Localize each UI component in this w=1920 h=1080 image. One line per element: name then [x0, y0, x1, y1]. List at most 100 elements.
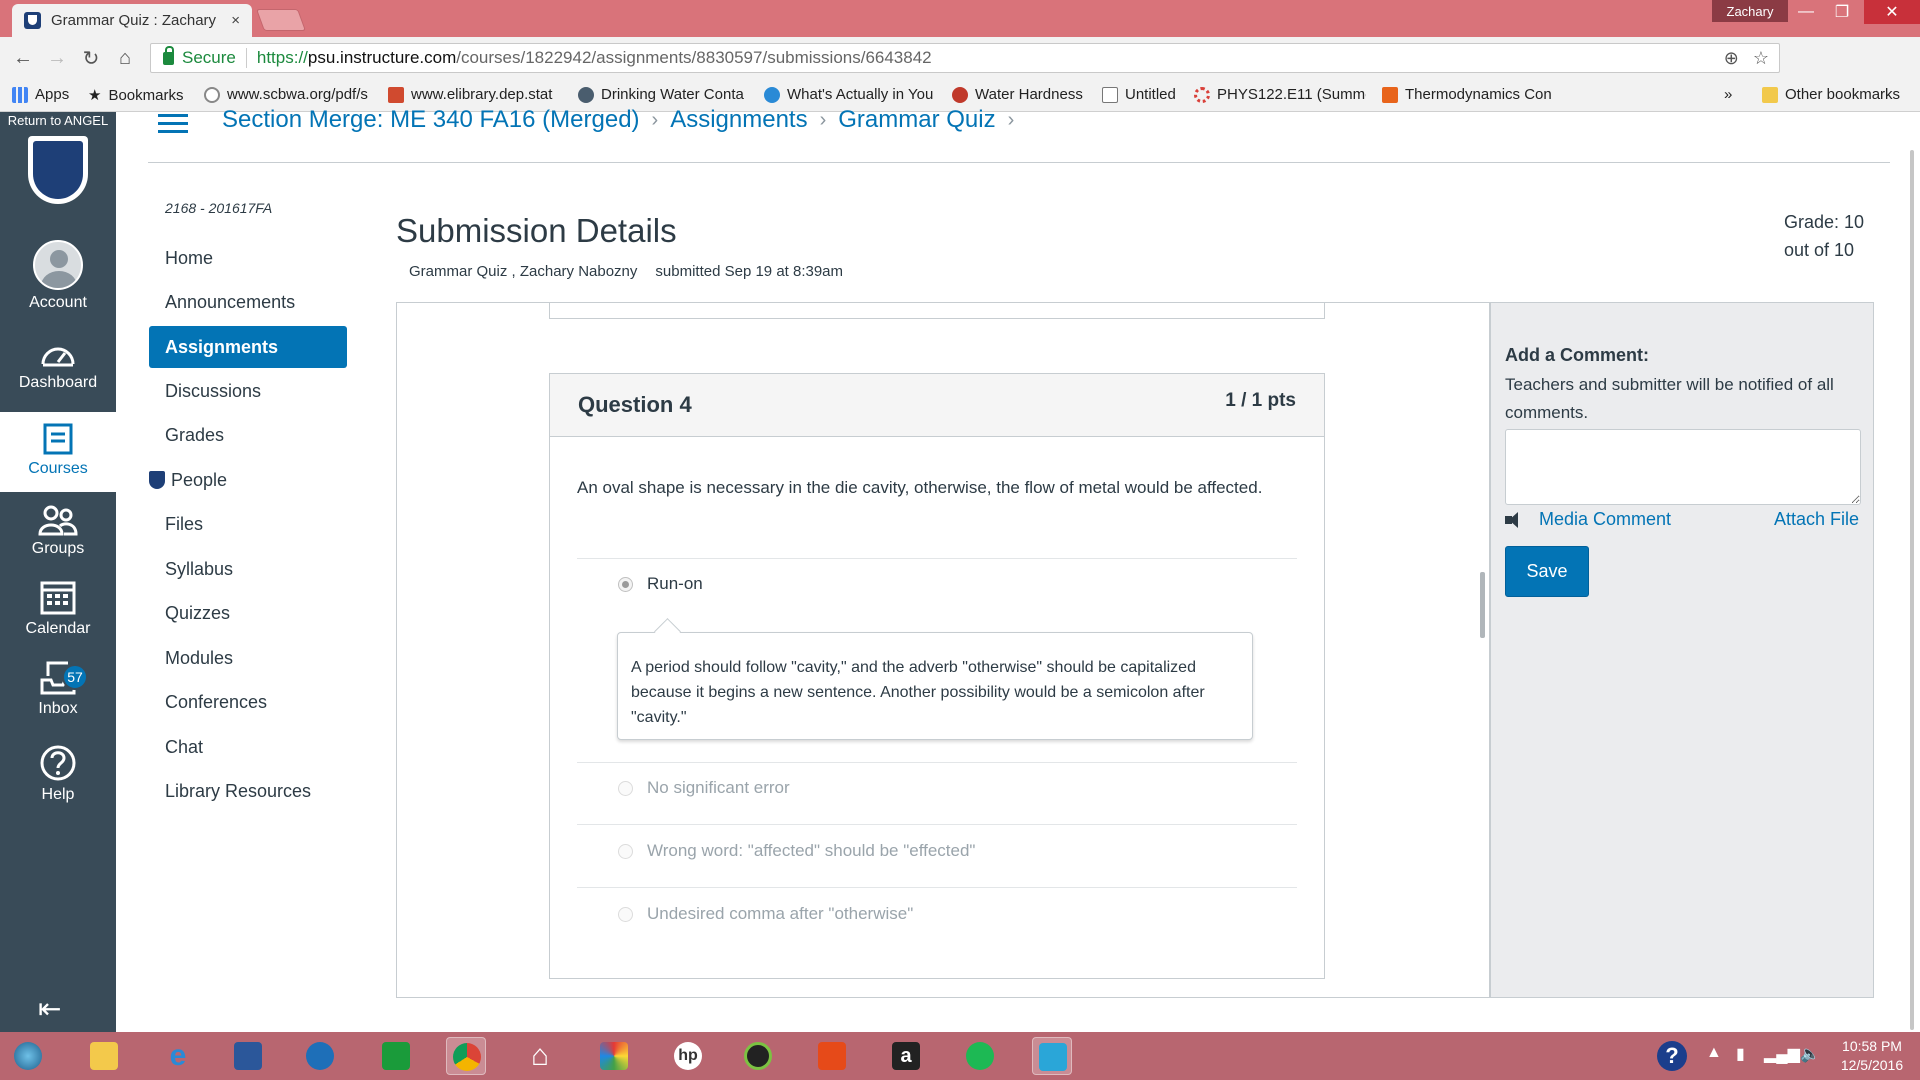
bookmark-apps[interactable]: Apps	[12, 86, 69, 103]
hp-icon[interactable]: hp	[668, 1037, 708, 1075]
url-scheme: https://	[256, 48, 308, 67]
profile-button[interactable]: Zachary	[1712, 0, 1788, 22]
psu-logo-icon[interactable]	[28, 136, 88, 204]
course-nav-people[interactable]: People	[149, 458, 347, 503]
onedrive-icon[interactable]	[300, 1037, 340, 1075]
file-explorer-icon[interactable]	[84, 1037, 124, 1075]
forward-icon[interactable]: →	[44, 45, 70, 71]
bookmark-bookmarks[interactable]: ★ Bookmarks	[88, 86, 184, 105]
folder-icon	[1762, 86, 1778, 103]
nav-inbox[interactable]: 57 Inbox	[0, 660, 116, 718]
store-icon[interactable]	[376, 1037, 416, 1075]
bookmark-label: What's Actually in You	[787, 86, 934, 103]
signal-icon[interactable]: ▂▄▆	[1764, 1044, 1800, 1064]
start-button[interactable]	[8, 1037, 48, 1075]
bookmark-item[interactable]: Drinking Water Conta	[578, 86, 750, 103]
bookmark-item[interactable]: What's Actually in You	[764, 86, 936, 103]
course-nav-grades[interactable]: Grades	[149, 414, 347, 459]
bookmarks-overflow-button[interactable]: »	[1724, 86, 1732, 103]
tray-expand-icon[interactable]: ▲	[1706, 1044, 1722, 1062]
url-bar[interactable]: Secure https://psu.instructure.com/cours…	[150, 43, 1780, 73]
reload-icon[interactable]: ↻	[78, 45, 104, 71]
bookmark-star-icon[interactable]: ☆	[1753, 48, 1769, 69]
home-icon[interactable]: ⌂	[112, 45, 138, 71]
course-nav-home[interactable]: Home	[149, 236, 347, 281]
course-nav-quizzes[interactable]: Quizzes	[149, 592, 347, 637]
nav-label: Dashboard	[18, 374, 98, 391]
course-nav-assignments[interactable]: Assignments	[149, 326, 347, 368]
answer-divider	[577, 558, 1297, 559]
battery-icon[interactable]: ▮	[1736, 1044, 1745, 1064]
save-button[interactable]: Save	[1505, 546, 1589, 597]
spotify-icon[interactable]	[960, 1037, 1000, 1075]
word-icon[interactable]	[228, 1037, 268, 1075]
tab-close-icon[interactable]: ×	[231, 12, 240, 29]
quiz-submission-frame[interactable]: Question 4 1 / 1 pts An oval shape is ne…	[396, 302, 1490, 998]
media-comment-link[interactable]: Media Comment	[1505, 509, 1671, 530]
close-window-button[interactable]: ✕	[1864, 0, 1920, 24]
breadcrumb-separator: ›	[819, 108, 827, 131]
nav-dashboard[interactable]: Dashboard	[0, 340, 116, 392]
webcam-app-icon[interactable]	[738, 1037, 778, 1075]
nav-account[interactable]: Account	[0, 240, 116, 312]
nav-calendar[interactable]: Calendar	[0, 578, 116, 638]
bookmark-item[interactable]: www.elibrary.dep.stat	[388, 86, 566, 103]
nav-courses[interactable]: Courses	[0, 412, 116, 492]
system-clock[interactable]: 10:58 PM 12/5/2016	[1832, 1037, 1912, 1075]
restore-button[interactable]: ❐	[1822, 0, 1862, 24]
office-app-icon[interactable]	[812, 1037, 852, 1075]
new-tab-button[interactable]	[255, 9, 307, 31]
course-nav-syllabus[interactable]: Syllabus	[149, 547, 347, 592]
internet-explorer-icon[interactable]: e	[158, 1037, 198, 1075]
url-path: /courses/1822942/assignments/8830597/sub…	[456, 48, 932, 67]
course-nav-library-resources[interactable]: Library Resources	[149, 770, 347, 815]
frame-scrollbar[interactable]	[1480, 572, 1485, 638]
nav-label: Courses	[28, 460, 88, 477]
add-comment-heading: Add a Comment:	[1505, 345, 1649, 365]
bookmark-item[interactable]: www.scbwa.org/pdf/s	[204, 86, 372, 103]
nav-groups[interactable]: Groups	[0, 504, 116, 558]
course-nav-files[interactable]: Files	[149, 503, 347, 548]
bookmark-item[interactable]: PHYS122.E11 (Summe	[1194, 86, 1366, 103]
other-bookmarks[interactable]: Other bookmarks	[1762, 86, 1900, 103]
breadcrumb-assignments[interactable]: Assignments	[670, 106, 807, 134]
minimize-button[interactable]: —	[1786, 0, 1826, 24]
volume-icon[interactable]: 🔈	[1800, 1044, 1820, 1064]
course-nav-conferences[interactable]: Conferences	[149, 681, 347, 726]
hamburger-menu-icon[interactable]	[158, 114, 188, 134]
site-icon	[952, 86, 968, 103]
attach-file-link[interactable]: Attach File	[1774, 509, 1859, 530]
bookmark-item[interactable]: Thermodynamics Con	[1382, 86, 1554, 103]
answer-option: Run-on	[618, 574, 703, 594]
bookmark-item[interactable]: Untitled	[1102, 86, 1176, 103]
bookmark-item[interactable]: Water Hardness	[952, 86, 1083, 103]
image-viewer-icon[interactable]	[1032, 1037, 1072, 1075]
zoom-icon[interactable]: ⊕	[1724, 48, 1739, 69]
page-scrollbar[interactable]	[1910, 150, 1914, 1030]
photos-app-icon[interactable]	[594, 1037, 634, 1075]
bookmark-label: Bookmarks	[108, 86, 184, 104]
bookmark-label: PHYS122.E11 (Summe	[1217, 86, 1366, 103]
breadcrumb-course[interactable]: Section Merge: ME 340 FA16 (Merged)	[222, 106, 640, 134]
answer-feedback: A period should follow "cavity," and the…	[617, 632, 1253, 740]
course-nav-announcements[interactable]: Announcements	[149, 281, 347, 326]
breadcrumb-quiz[interactable]: Grammar Quiz	[838, 106, 995, 134]
collapse-nav-icon[interactable]: ⇤	[38, 992, 61, 1025]
nav-label: Groups	[31, 540, 85, 557]
chrome-icon[interactable]	[446, 1037, 486, 1075]
help-tray-icon[interactable]: ?	[1657, 1041, 1687, 1071]
browser-tab[interactable]: Grammar Quiz : Zachary ×	[12, 4, 252, 37]
back-icon[interactable]: ←	[10, 45, 36, 71]
home-app-icon[interactable]: ⌂	[520, 1037, 560, 1075]
nav-label: Account	[29, 294, 87, 311]
return-to-angel-link[interactable]: Return to ANGEL	[0, 114, 116, 127]
tab-title: Grammar Quiz : Zachary	[51, 12, 217, 29]
comment-textarea[interactable]	[1505, 429, 1861, 505]
amazon-icon[interactable]: a	[886, 1037, 926, 1075]
question-text: An oval shape is necessary in the die ca…	[577, 478, 1263, 497]
course-nav-chat[interactable]: Chat	[149, 725, 347, 770]
course-nav-modules[interactable]: Modules	[149, 636, 347, 681]
nav-help[interactable]: Help	[0, 744, 116, 804]
course-nav-discussions[interactable]: Discussions	[149, 369, 347, 414]
comment-notice: Teachers and submitter will be notified …	[1505, 375, 1834, 422]
